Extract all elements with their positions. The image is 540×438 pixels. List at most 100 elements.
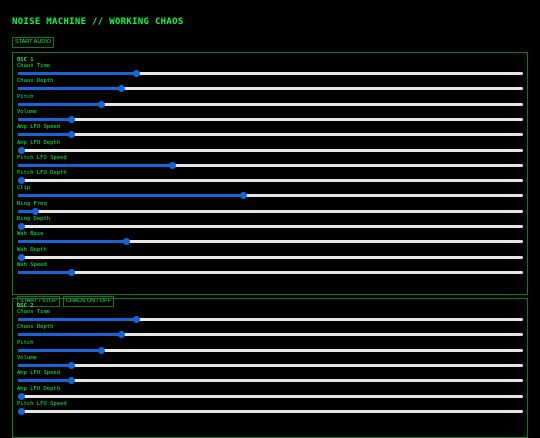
slider-label: Amp LFO Depth — [17, 385, 61, 392]
amp-lfo-depth-slider[interactable] — [18, 146, 523, 154]
slider-label: Chaos Depth — [17, 324, 54, 331]
slider-fill — [18, 133, 72, 137]
slider-fill — [18, 318, 137, 321]
slider-row-pitch: Pitch — [17, 94, 523, 109]
slider-row-wah-speed: Wah Speed — [17, 262, 523, 277]
slider-row-volume: Volume — [17, 355, 523, 370]
slider-thumb[interactable] — [18, 407, 25, 415]
wah-depth-slider[interactable] — [18, 253, 523, 261]
pitch-slider[interactable] — [18, 100, 523, 108]
slider-thumb[interactable] — [97, 100, 105, 108]
chaos-depth-slider[interactable] — [18, 331, 523, 339]
oscillator-panel-1: OSC 1 START / STOP CHAOS ON / OFF Chaos T… — [12, 52, 528, 308]
slider-thumb[interactable] — [133, 316, 141, 323]
slider-row-clip: Clip — [17, 185, 523, 200]
slider-label: Wah Speed — [17, 261, 47, 268]
slider-row-amp-lfo-speed: Amp LFO Speed — [17, 124, 523, 139]
slider-row-pitch-lfo-speed: Pitch LFO Speed — [17, 401, 523, 416]
chaos-depth-slider[interactable] — [18, 85, 523, 93]
slider-fill — [18, 194, 244, 198]
slider-thumb[interactable] — [123, 238, 131, 246]
slider-label: Volume — [17, 108, 37, 115]
chaos-time-slider[interactable] — [18, 316, 523, 323]
pitch-lfo-speed-slider[interactable] — [18, 161, 523, 169]
slider-label: Ring Depth — [17, 216, 51, 222]
slider-fill — [18, 117, 72, 121]
slider-label: Amp LFO Speed — [17, 124, 61, 131]
slider-label: Chaos Time — [17, 63, 51, 69]
slider-row-volume: Volume — [17, 109, 523, 124]
slider-thumb[interactable] — [240, 192, 248, 200]
slider-label: Amp LFO Depth — [17, 139, 61, 146]
start-audio-button[interactable]: START AUDIO — [12, 37, 55, 48]
slider-thumb[interactable] — [118, 85, 126, 93]
slider-label: Pitch LFO Speed — [17, 154, 67, 161]
slider-label: Pitch LFO Speed — [17, 400, 67, 407]
slider-thumb[interactable] — [67, 131, 75, 139]
slider-thumb[interactable] — [18, 253, 25, 261]
slider-label: Pitch LFO Depth — [17, 170, 67, 177]
slider-fill — [18, 363, 72, 367]
amp-lfo-speed-slider[interactable] — [18, 131, 523, 139]
slider-label: Chaos Depth — [17, 78, 54, 85]
slider-fill — [18, 72, 137, 75]
slider-row-chaos-time: Chaos Time — [17, 63, 523, 78]
pitch-slider[interactable] — [18, 346, 523, 354]
slider-row-ring-depth: Ring Depth — [17, 216, 523, 231]
slider-thumb[interactable] — [118, 331, 126, 339]
ring-depth-slider[interactable] — [18, 223, 523, 230]
slider-thumb[interactable] — [67, 361, 75, 369]
slider-row-amp-lfo-depth: Amp LFO Depth — [17, 386, 523, 401]
slider-thumb[interactable] — [32, 207, 40, 215]
slider-thumb[interactable] — [168, 161, 176, 169]
slider-row-chaos-depth: Chaos Depth — [17, 78, 523, 93]
slider-label: Volume — [17, 354, 37, 361]
amp-lfo-speed-slider[interactable] — [18, 377, 523, 385]
slider-label: Amp LFO Speed — [17, 370, 61, 377]
slider-label: Clip — [17, 185, 31, 192]
slider-fill — [18, 87, 122, 91]
slider-label: Pitch — [17, 93, 34, 100]
slider-fill — [18, 348, 102, 352]
pitch-lfo-depth-slider[interactable] — [18, 177, 523, 185]
slider-row-amp-lfo-speed: Amp LFO Speed — [17, 370, 523, 385]
slider-thumb[interactable] — [18, 392, 25, 400]
slider-row-wah-base: Wah Base — [17, 231, 523, 246]
clip-slider[interactable] — [18, 192, 523, 200]
slider-thumb[interactable] — [133, 70, 141, 77]
slider-fill — [18, 163, 173, 167]
slider-thumb[interactable] — [67, 268, 75, 276]
app-title: NOISE MACHINE // WORKING CHAOS — [12, 17, 184, 27]
slider-label: Wah Depth — [17, 246, 47, 253]
slider-row-amp-lfo-depth: Amp LFO Depth — [17, 140, 523, 155]
slider-thumb[interactable] — [97, 346, 105, 354]
chaos-time-slider[interactable] — [18, 70, 523, 77]
slider-fill — [18, 240, 127, 244]
slider-thumb[interactable] — [18, 177, 25, 185]
slider-row-chaos-time: Chaos Time — [17, 309, 523, 324]
slider-label: Ring Freq — [17, 200, 47, 207]
slider-row-pitch: Pitch — [17, 340, 523, 355]
volume-slider[interactable] — [18, 361, 523, 369]
slider-thumb[interactable] — [18, 223, 25, 230]
slider-row-chaos-depth: Chaos Depth — [17, 324, 523, 339]
wah-speed-slider[interactable] — [18, 268, 523, 276]
volume-slider[interactable] — [18, 115, 523, 123]
ring-freq-slider[interactable] — [18, 207, 523, 215]
wah-base-slider[interactable] — [18, 238, 523, 246]
slider-row-ring-freq: Ring Freq — [17, 201, 523, 216]
slider-fill — [18, 379, 72, 383]
amp-lfo-depth-slider[interactable] — [18, 392, 523, 400]
slider-thumb[interactable] — [67, 377, 75, 385]
pitch-lfo-speed-slider[interactable] — [18, 407, 523, 415]
slider-row-pitch-lfo-speed: Pitch LFO Speed — [17, 155, 523, 170]
slider-fill — [18, 270, 72, 274]
slider-thumb[interactable] — [67, 115, 75, 123]
slider-thumb[interactable] — [18, 146, 25, 154]
slider-label: Pitch — [17, 339, 34, 346]
slider-fill — [18, 102, 102, 106]
slider-fill — [18, 333, 122, 337]
slider-row-wah-depth: Wah Depth — [17, 247, 523, 262]
slider-row-pitch-lfo-depth: Pitch LFO Depth — [17, 170, 523, 185]
slider-label: Chaos Time — [17, 309, 51, 315]
